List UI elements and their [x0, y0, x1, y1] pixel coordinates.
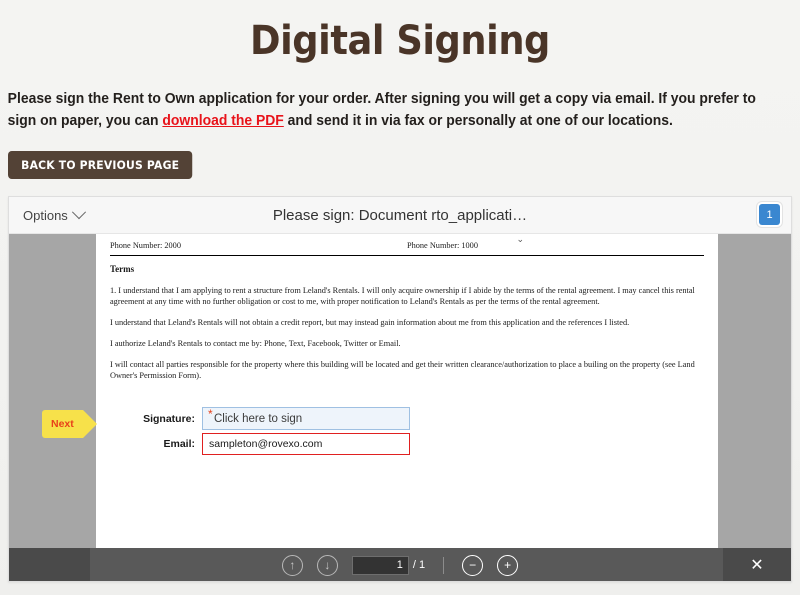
signature-label: Signature: [143, 412, 195, 425]
document-page: Phone Number: 2000 Phone Number: 1000 ⌄ … [96, 234, 718, 548]
close-button[interactable]: ✕ [723, 548, 791, 581]
signature-input[interactable]: * Click here to sign [202, 407, 410, 430]
email-label: Email: [163, 437, 195, 450]
options-button[interactable]: Options [19, 205, 88, 225]
previous-page-button[interactable]: ↑ [281, 554, 303, 576]
zoom-in-button[interactable]: + [497, 554, 519, 576]
chevron-down-icon [71, 205, 86, 220]
stray-mark-icon: ⌄ [516, 234, 524, 244]
download-pdf-link[interactable]: download the PDF [162, 113, 283, 129]
terms-paragraph: I will contact all parties responsible f… [110, 359, 695, 381]
next-page-button[interactable]: ↓ [316, 554, 338, 576]
document-viewer[interactable]: Phone Number: 2000 Phone Number: 1000 ⌄ … [9, 234, 791, 548]
toolbar-divider [443, 556, 445, 574]
divider [110, 254, 704, 256]
terms-paragraph: 1. I understand that I am applying to re… [110, 285, 695, 307]
next-arrow-icon [82, 410, 97, 438]
phone-number-row: Phone Number: 2000 Phone Number: 1000 ⌄ [110, 234, 704, 254]
phone-number-right: Phone Number: 1000 [407, 241, 478, 250]
next-field-indicator[interactable]: Next [42, 410, 97, 438]
page-root: Digital Signing Please sign the Rent to … [0, 0, 800, 595]
zoom-out-button[interactable]: − [462, 554, 484, 576]
viewer-toolbar: ↑ ↓ 1 / 1 − + ✕ [9, 548, 791, 581]
back-to-previous-page-button[interactable]: BACK TO PREVIOUS PAGE [8, 150, 193, 179]
phone-number-left: Phone Number: 2000 [110, 241, 181, 250]
terms-paragraph: I understand that Leland's Rentals will … [110, 318, 630, 328]
page-title: Digital Signing [250, 18, 550, 64]
required-asterisk-icon: * [208, 407, 213, 421]
page-total-label: / 1 [412, 559, 426, 571]
next-label: Next [42, 410, 83, 438]
document-title: Please sign: Document rto_applicati… [272, 206, 528, 224]
terms-paragraph: I authorize Leland's Rentals to contact … [110, 338, 401, 348]
signature-block: Next Signature: * Click here to sign Ema… [9, 402, 791, 462]
adobe-sign-widget: Options Please sign: Document rto_applic… [8, 196, 792, 582]
signature-placeholder: Click here to sign [214, 412, 303, 425]
page-count-badge[interactable]: 1 [759, 204, 780, 225]
terms-heading: Terms [110, 263, 135, 274]
intro-text: Please sign the Rent to Own application … [0, 66, 768, 133]
signature-row: Signature: * Click here to sign [127, 406, 410, 431]
widget-header: Options Please sign: Document rto_applic… [9, 197, 791, 234]
email-row: Email: sampleton@rovexo.com [127, 431, 410, 456]
page-number-input[interactable]: 1 [351, 555, 409, 575]
intro-text-after: and send it in via fax or personally at … [283, 113, 673, 130]
toolbar-left-panel [9, 548, 90, 581]
options-label: Options [23, 207, 68, 223]
email-input[interactable]: sampleton@rovexo.com [202, 432, 410, 455]
